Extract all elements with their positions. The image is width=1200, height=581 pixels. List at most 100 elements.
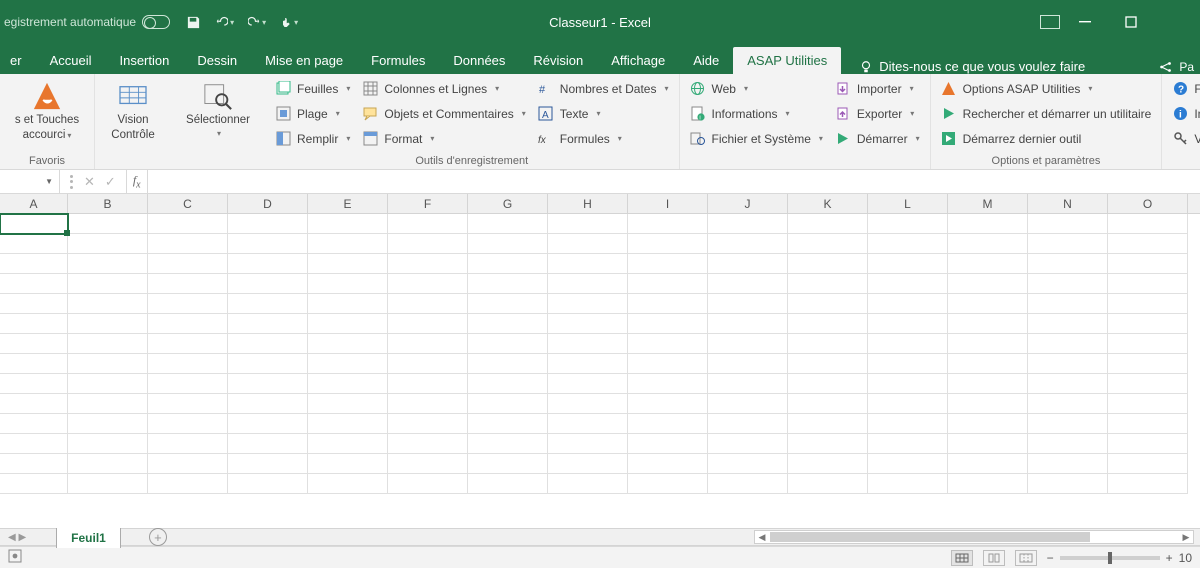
cell[interactable] bbox=[308, 274, 388, 294]
cell[interactable] bbox=[68, 314, 148, 334]
tell-me-search[interactable]: Dites-nous ce que vous voulez faire bbox=[859, 59, 1085, 74]
cell[interactable] bbox=[148, 254, 228, 274]
cell[interactable] bbox=[628, 374, 708, 394]
web-menu[interactable]: Web▾ bbox=[688, 78, 825, 99]
cell[interactable] bbox=[148, 414, 228, 434]
view-page-layout-icon[interactable] bbox=[983, 550, 1005, 566]
cell[interactable] bbox=[868, 414, 948, 434]
cell[interactable] bbox=[708, 314, 788, 334]
cell[interactable] bbox=[708, 294, 788, 314]
cell[interactable] bbox=[548, 354, 628, 374]
colhead[interactable]: J bbox=[708, 194, 788, 213]
cell[interactable] bbox=[548, 414, 628, 434]
cell[interactable] bbox=[548, 394, 628, 414]
autosave-toggle[interactable]: egistrement automatique bbox=[0, 15, 170, 29]
cell[interactable] bbox=[708, 374, 788, 394]
cell[interactable] bbox=[308, 234, 388, 254]
cell[interactable] bbox=[548, 454, 628, 474]
colhead[interactable]: F bbox=[388, 194, 468, 213]
cell[interactable] bbox=[228, 474, 308, 494]
cell[interactable] bbox=[548, 334, 628, 354]
cell[interactable] bbox=[788, 294, 868, 314]
cell[interactable] bbox=[148, 214, 228, 234]
cell[interactable] bbox=[868, 254, 948, 274]
cell[interactable] bbox=[388, 294, 468, 314]
cell[interactable] bbox=[388, 274, 468, 294]
ribbon-display-options-icon[interactable] bbox=[1040, 15, 1060, 29]
redo-icon[interactable]: ▾ bbox=[248, 13, 266, 31]
cell[interactable] bbox=[468, 374, 548, 394]
cell[interactable] bbox=[148, 394, 228, 414]
share-button[interactable]: Pa bbox=[1159, 60, 1194, 74]
cell[interactable] bbox=[468, 234, 548, 254]
cell[interactable] bbox=[0, 314, 68, 334]
colhead[interactable]: A bbox=[0, 194, 68, 213]
feuilles-menu[interactable]: Feuilles▾ bbox=[273, 78, 352, 99]
cell[interactable] bbox=[548, 234, 628, 254]
tab-mise-en-page[interactable]: Mise en page bbox=[251, 47, 357, 74]
cell[interactable] bbox=[1028, 334, 1108, 354]
cell[interactable] bbox=[788, 354, 868, 374]
cell[interactable] bbox=[708, 214, 788, 234]
cell[interactable] bbox=[868, 334, 948, 354]
cell[interactable] bbox=[468, 254, 548, 274]
tab-formules[interactable]: Formules bbox=[357, 47, 439, 74]
cell[interactable] bbox=[228, 354, 308, 374]
cell[interactable] bbox=[948, 394, 1028, 414]
cell[interactable] bbox=[948, 414, 1028, 434]
cell[interactable] bbox=[1108, 434, 1188, 454]
colhead[interactable]: H bbox=[548, 194, 628, 213]
cell[interactable] bbox=[708, 274, 788, 294]
cell[interactable] bbox=[68, 274, 148, 294]
cell[interactable] bbox=[1028, 314, 1108, 334]
cell[interactable] bbox=[708, 354, 788, 374]
cell[interactable] bbox=[0, 294, 68, 314]
colhead[interactable]: O bbox=[1108, 194, 1188, 213]
cell[interactable] bbox=[1108, 214, 1188, 234]
cell[interactable] bbox=[228, 254, 308, 274]
colhead[interactable]: L bbox=[868, 194, 948, 213]
cell[interactable] bbox=[948, 454, 1028, 474]
cell[interactable] bbox=[628, 214, 708, 234]
cell[interactable] bbox=[468, 414, 548, 434]
remplir-menu[interactable]: Remplir▾ bbox=[273, 128, 352, 149]
cell[interactable] bbox=[228, 374, 308, 394]
tab-donnees[interactable]: Données bbox=[439, 47, 519, 74]
tab-accueil[interactable]: Accueil bbox=[36, 47, 106, 74]
fichier-systeme-menu[interactable]: Fichier et Système▾ bbox=[688, 128, 825, 149]
cell[interactable] bbox=[948, 214, 1028, 234]
cell[interactable] bbox=[948, 254, 1028, 274]
cell[interactable] bbox=[1028, 374, 1108, 394]
cell[interactable] bbox=[388, 474, 468, 494]
cell[interactable] bbox=[1028, 394, 1108, 414]
cell[interactable] bbox=[868, 454, 948, 474]
zoom-out-icon[interactable]: − bbox=[1047, 551, 1054, 565]
scroll-left-icon[interactable]: ◀ bbox=[755, 532, 769, 543]
cell[interactable] bbox=[148, 434, 228, 454]
cell[interactable] bbox=[388, 314, 468, 334]
cell[interactable] bbox=[68, 294, 148, 314]
cell[interactable] bbox=[68, 334, 148, 354]
cell[interactable] bbox=[308, 394, 388, 414]
cell[interactable] bbox=[1108, 354, 1188, 374]
vision-control-button[interactable]: Vision Contrôle bbox=[103, 78, 163, 142]
cell[interactable] bbox=[788, 334, 868, 354]
cell[interactable] bbox=[1028, 354, 1108, 374]
cell[interactable] bbox=[388, 394, 468, 414]
tab-asap-utilities[interactable]: ASAP Utilities bbox=[733, 47, 841, 74]
nombres-dates-menu[interactable]: #Nombres et Dates▾ bbox=[536, 78, 671, 99]
cell[interactable] bbox=[228, 394, 308, 414]
cell[interactable] bbox=[388, 354, 468, 374]
cell[interactable] bbox=[948, 434, 1028, 454]
cell[interactable] bbox=[868, 314, 948, 334]
cell[interactable] bbox=[148, 354, 228, 374]
cell[interactable] bbox=[1108, 394, 1188, 414]
cell[interactable] bbox=[1028, 414, 1108, 434]
cell[interactable] bbox=[0, 354, 68, 374]
cell[interactable] bbox=[148, 234, 228, 254]
cell[interactable] bbox=[628, 394, 708, 414]
touch-mode-icon[interactable]: ▾ bbox=[280, 13, 298, 31]
save-icon[interactable] bbox=[184, 13, 202, 31]
cell[interactable] bbox=[708, 414, 788, 434]
cell[interactable] bbox=[788, 394, 868, 414]
